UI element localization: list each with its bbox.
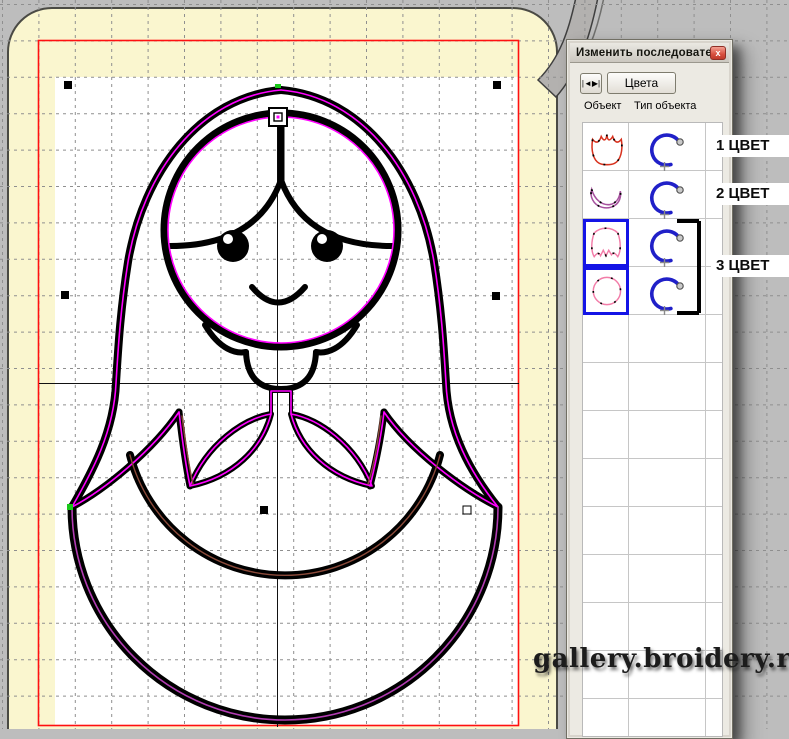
reverse-order-button[interactable]: |◄▶|: [580, 73, 602, 94]
selection-anchor[interactable]: [269, 108, 287, 126]
embroidery-editor-workspace: { "panel": { "title": "Изменить последов…: [0, 0, 789, 729]
empty-row[interactable]: [583, 507, 722, 555]
color-group-label-2: 2 ЦВЕТ: [711, 183, 789, 205]
close-icon[interactable]: x: [710, 46, 726, 60]
watermark: gallery.broidery.ru: [533, 644, 789, 674]
empty-row[interactable]: [583, 363, 722, 411]
object-row-scarf-outline[interactable]: [583, 123, 722, 171]
color-group-bracket: [670, 213, 710, 321]
object-thumbnail-scarf-outline[interactable]: [583, 123, 629, 171]
column-header-type: Тип объекта: [634, 100, 696, 112]
color-group-label-1: 1 ЦВЕТ: [711, 135, 789, 157]
empty-row[interactable]: [583, 315, 722, 363]
column-headers: Объект Тип объекта: [570, 98, 729, 116]
run-stitch-curve-icon: [647, 123, 687, 171]
panel-titlebar[interactable]: Изменить последовате... x: [570, 43, 729, 63]
color-group-label-3: 3 ЦВЕТ: [711, 255, 789, 277]
object-thumbnail-scarf-crescent[interactable]: [583, 171, 629, 219]
column-header-object: Объект: [584, 100, 621, 112]
panel-toolbar: |◄▶| Цвета: [570, 64, 729, 98]
object-row-scarf-crescent[interactable]: [583, 171, 722, 219]
sequence-panel-window: Изменить последовате... x |◄▶| Цвета Объ…: [566, 39, 733, 739]
colors-button[interactable]: Цвета: [607, 72, 676, 94]
object-type-cell[interactable]: [629, 123, 706, 171]
empty-row[interactable]: [583, 699, 722, 737]
object-thumbnail-body-tulip[interactable]: [583, 219, 629, 267]
object-type-cell[interactable]: [629, 171, 706, 219]
empty-row[interactable]: [583, 411, 722, 459]
empty-row[interactable]: [583, 459, 722, 507]
panel-title: Изменить последовате...: [576, 47, 710, 59]
object-thumbnail-belly-circle[interactable]: [583, 267, 629, 315]
empty-row[interactable]: [583, 555, 722, 603]
panel-frame: Изменить последовате... x |◄▶| Цвета Объ…: [568, 41, 731, 737]
run-stitch-curve-icon: [647, 171, 687, 219]
